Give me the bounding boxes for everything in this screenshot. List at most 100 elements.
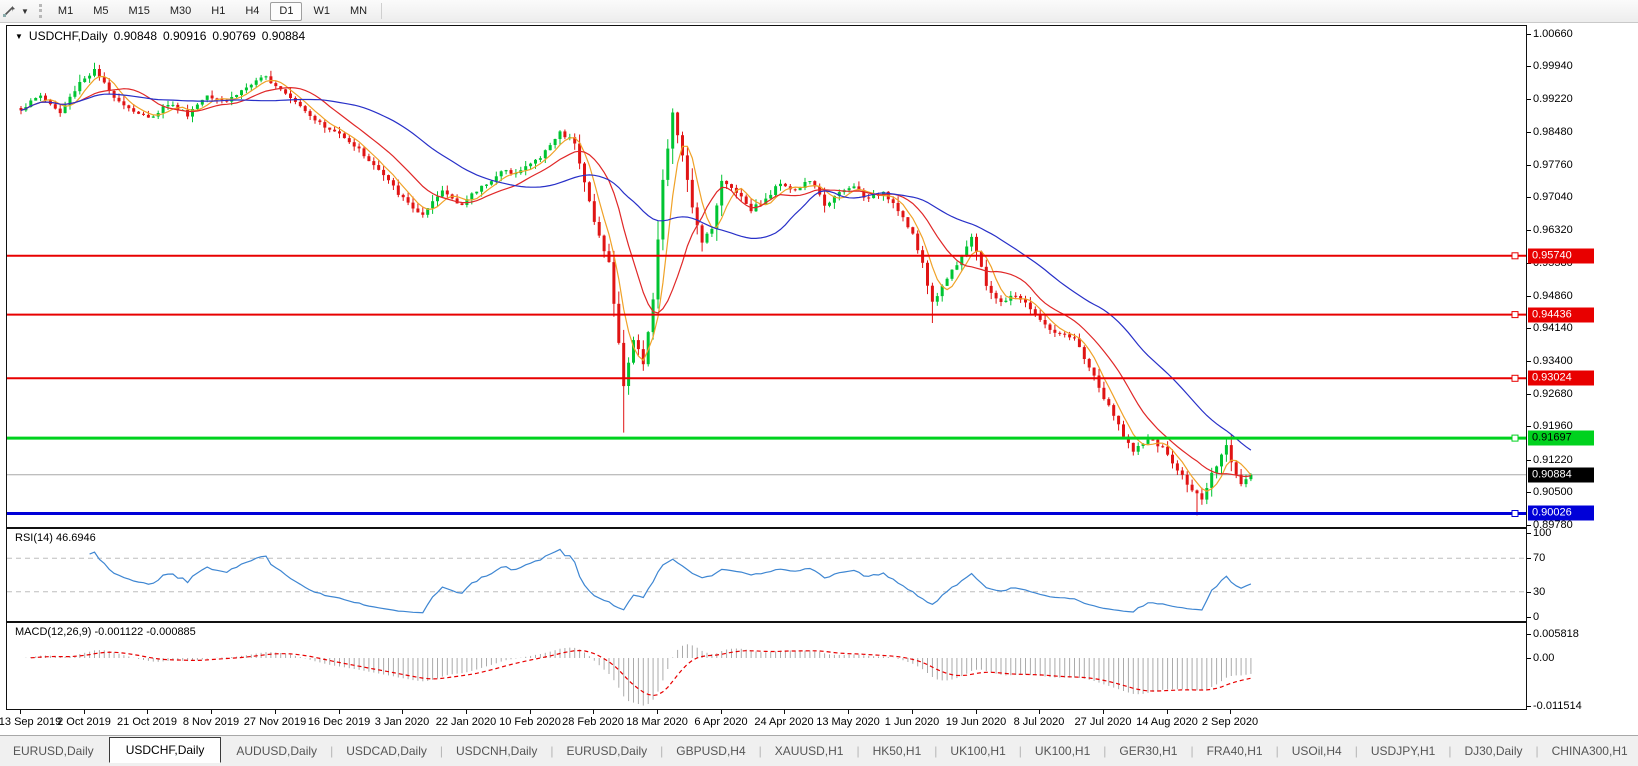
- date-label: 2 Oct 2019: [57, 716, 111, 728]
- rsi-tick-label: 0: [1533, 611, 1539, 623]
- macd-label: MACD(12,26,9) -0.001122 -0.000885: [15, 626, 196, 638]
- chart-tab-usdcad-daily[interactable]: USDCAD,Daily: [333, 739, 440, 763]
- chart-tab-usdjpy-h1[interactable]: USDJPY,H1: [1358, 739, 1448, 763]
- date-tick-mark: [593, 710, 594, 714]
- rsi-chart-canvas[interactable]: [7, 529, 1526, 621]
- macd-histogram: [26, 644, 1251, 705]
- price-tick-mark: [1527, 394, 1531, 395]
- toolbar-grip[interactable]: [39, 4, 42, 18]
- ohlc-high: 0.90916: [163, 29, 206, 43]
- date-tick-mark: [147, 710, 148, 714]
- chart-tab-usoil-h4[interactable]: USOil,H4: [1279, 739, 1355, 763]
- timeframe-button-W1[interactable]: W1: [304, 2, 339, 21]
- date-tick-mark: [721, 710, 722, 714]
- current-price-tag: 0.90884: [1528, 468, 1594, 483]
- date-label: 8 Jul 2020: [1014, 716, 1065, 728]
- chart-tab-uk100-h1[interactable]: UK100,H1: [937, 739, 1018, 763]
- timeframe-button-M15[interactable]: M15: [119, 2, 158, 21]
- timeframe-button-H4[interactable]: H4: [236, 2, 268, 21]
- chart-tab-china300-h1[interactable]: CHINA300,H1: [1539, 739, 1638, 763]
- date-tick-mark: [1039, 710, 1040, 714]
- chart-tab-usdcnh-daily[interactable]: USDCNH,Daily: [443, 739, 550, 763]
- macd-indicator-pane[interactable]: MACD(12,26,9) -0.001122 -0.000885: [6, 622, 1527, 710]
- ohlc-close: 0.90884: [262, 29, 305, 43]
- price-tick-mark: [1527, 426, 1531, 427]
- price-tick-mark: [1527, 132, 1531, 133]
- price-tick-mark: [1527, 230, 1531, 231]
- chart-tab-hk50-h1[interactable]: HK50,H1: [860, 739, 935, 763]
- timeframe-toolbar: ▼ M1M5M15M30H1H4D1W1MN: [0, 0, 1638, 23]
- ma-34-line: [21, 94, 1251, 450]
- macd-tick-mark: [1527, 658, 1531, 659]
- price-tick-label: 0.95580: [1533, 257, 1573, 269]
- date-tick-mark: [848, 710, 849, 714]
- price-tick-label: 0.89780: [1533, 519, 1573, 531]
- timeframe-button-MN[interactable]: MN: [341, 2, 376, 21]
- timeframe-button-M5[interactable]: M5: [84, 2, 117, 21]
- rsi-tick-mark: [1527, 558, 1531, 559]
- price-tick-label: 0.93400: [1533, 355, 1573, 367]
- price-tick-label: 0.99940: [1533, 60, 1573, 72]
- date-tick-mark: [976, 710, 977, 714]
- main-chart-pane[interactable]: ▼ USDCHF,Daily 0.90848 0.90916 0.90769 0…: [6, 25, 1527, 528]
- date-tick-mark: [211, 710, 212, 714]
- collapse-triangle-icon[interactable]: ▼: [15, 32, 23, 41]
- price-tick-mark: [1527, 34, 1531, 35]
- rsi-indicator-pane[interactable]: RSI(14) 46.6946: [6, 528, 1527, 622]
- chevron-down-icon: ▼: [21, 7, 29, 16]
- chart-tab-usdchf-daily[interactable]: USDCHF,Daily: [109, 737, 222, 763]
- chart-tab-gbpusd-h4[interactable]: GBPUSD,H4: [663, 739, 758, 763]
- price-tick-mark: [1527, 263, 1531, 264]
- chart-tab-ger30-h1[interactable]: GER30,H1: [1106, 739, 1190, 763]
- date-label: 6 Apr 2020: [694, 716, 747, 728]
- macd-tick-mark: [1527, 634, 1531, 635]
- rsi-tick-mark: [1527, 533, 1531, 534]
- ma-5-line: [21, 77, 1251, 492]
- date-tick-mark: [20, 710, 21, 714]
- date-tick-mark: [275, 710, 276, 714]
- date-label: 16 Dec 2019: [308, 716, 370, 728]
- price-tick-mark: [1527, 525, 1531, 526]
- candlestick-chart-canvas[interactable]: [7, 26, 1526, 527]
- date-tick-mark: [912, 710, 913, 714]
- rsi-label: RSI(14) 46.6946: [15, 532, 96, 544]
- price-tick-mark: [1527, 296, 1531, 297]
- price-tick-mark: [1527, 460, 1531, 461]
- draw-tool-button[interactable]: ▼: [0, 4, 33, 18]
- price-tick-label: 1.00660: [1533, 28, 1573, 40]
- price-tick-label: 0.98480: [1533, 126, 1573, 138]
- price-tick-label: 0.92680: [1533, 388, 1573, 400]
- timeframe-button-M30[interactable]: M30: [161, 2, 200, 21]
- chart-tab-eurusd-daily[interactable]: EURUSD,Daily: [553, 739, 660, 763]
- chart-tab-fra40-h1[interactable]: FRA40,H1: [1194, 739, 1276, 763]
- chart-tab-audusd-daily[interactable]: AUDUSD,Daily: [223, 739, 330, 763]
- price-tick-label: 0.94860: [1533, 290, 1573, 302]
- date-tick-mark: [1103, 710, 1104, 714]
- rsi-line: [90, 549, 1251, 612]
- macd-signal-line: [31, 651, 1251, 696]
- date-axis[interactable]: 13 Sep 20192 Oct 201921 Oct 20198 Nov 20…: [0, 710, 1638, 735]
- timeframe-button-H1[interactable]: H1: [202, 2, 234, 21]
- price-tick-mark: [1527, 165, 1531, 166]
- price-tick-label: 0.96320: [1533, 224, 1573, 236]
- price-tick-label: 0.90500: [1533, 486, 1573, 498]
- price-tick-mark: [1527, 492, 1531, 493]
- rsi-tick-label: 100: [1533, 527, 1551, 539]
- timeframe-button-M1[interactable]: M1: [49, 2, 82, 21]
- price-tick-mark: [1527, 66, 1531, 67]
- timeframe-button-D1[interactable]: D1: [270, 2, 302, 21]
- date-label: 2 Sep 2020: [1202, 716, 1258, 728]
- price-tick-label: 0.91960: [1533, 420, 1573, 432]
- date-label: 27 Jul 2020: [1075, 716, 1132, 728]
- macd-chart-canvas[interactable]: [7, 623, 1526, 709]
- horizontal-level-lines[interactable]: [7, 253, 1526, 517]
- date-label: 24 Apr 2020: [754, 716, 813, 728]
- chart-tab-xauusd-h1[interactable]: XAUUSD,H1: [762, 739, 857, 763]
- chart-tab-eurusd-daily[interactable]: EURUSD,Daily: [0, 739, 107, 763]
- ma-13-line: [21, 88, 1251, 477]
- chart-tab-uk100-h1[interactable]: UK100,H1: [1022, 739, 1103, 763]
- rsi-tick-mark: [1527, 617, 1531, 618]
- macd-tick-label: 0.005818: [1533, 628, 1579, 640]
- chart-tab-dj30-daily[interactable]: DJ30,Daily: [1451, 739, 1535, 763]
- date-label: 13 Sep 2019: [0, 716, 61, 728]
